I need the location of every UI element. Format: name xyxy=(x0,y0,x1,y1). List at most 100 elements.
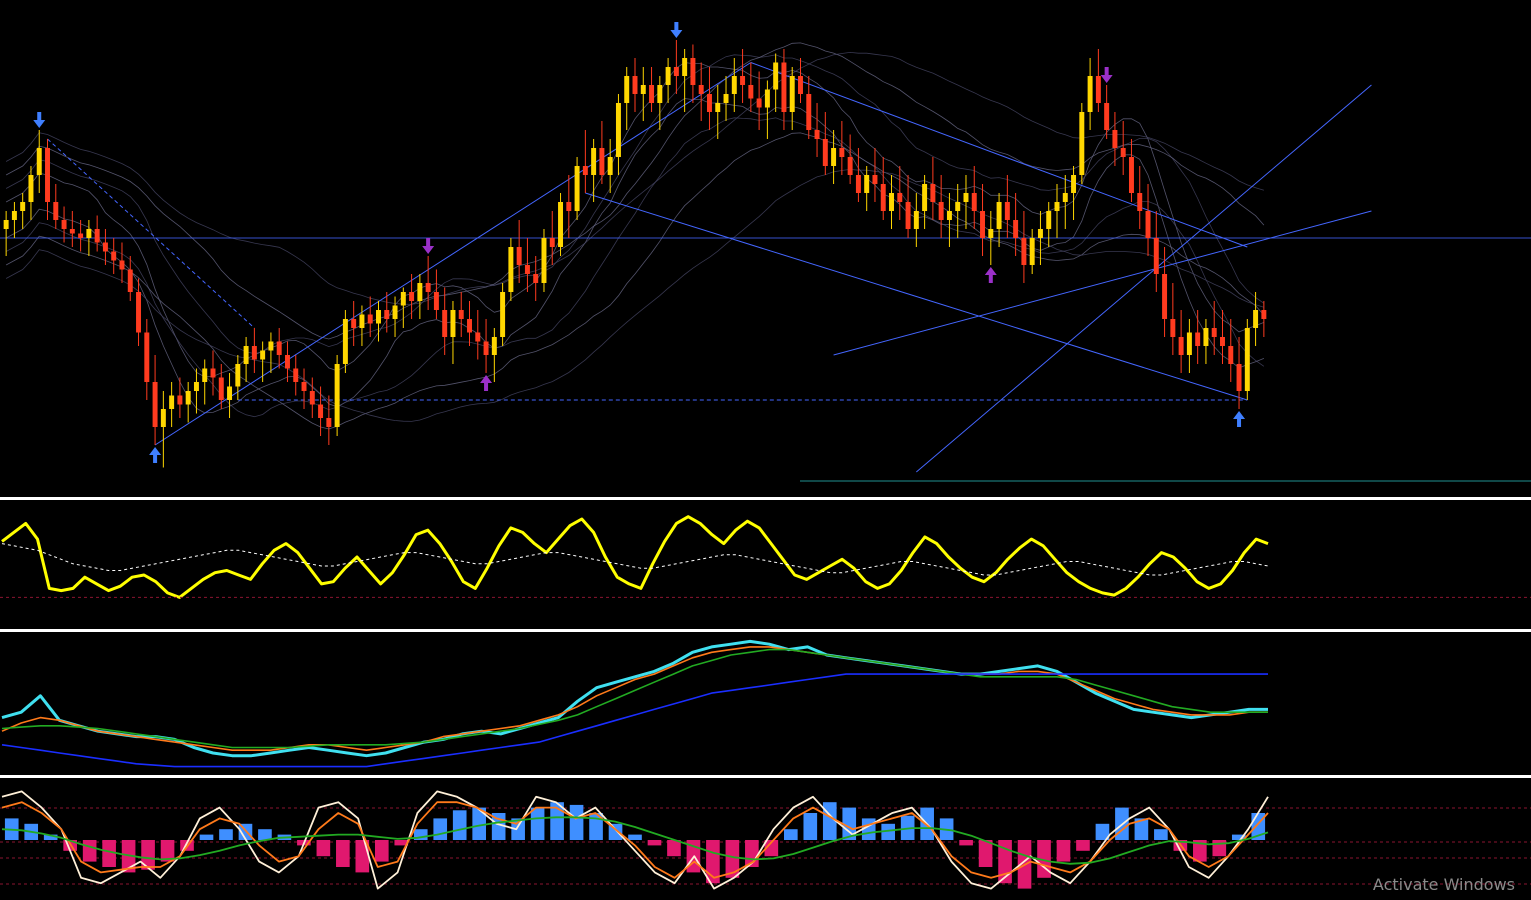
candle-body xyxy=(864,175,870,193)
activate-windows-watermark: Activate Windows xyxy=(1372,875,1515,894)
candle-body xyxy=(839,148,845,157)
histogram-bar xyxy=(258,829,272,840)
candle-body xyxy=(210,368,216,378)
candle-body xyxy=(798,76,803,94)
candle-body xyxy=(1112,130,1118,148)
candle-body xyxy=(946,211,952,220)
candle-body xyxy=(185,391,191,405)
histogram-bar xyxy=(1212,840,1227,857)
candle-body xyxy=(326,418,332,427)
candle-body xyxy=(640,85,646,94)
candle-body xyxy=(1203,328,1209,346)
candle-body xyxy=(1062,193,1068,202)
candle-body xyxy=(483,341,489,355)
histogram-bar xyxy=(667,840,681,857)
histogram-bar xyxy=(199,834,214,840)
candle-body xyxy=(756,98,762,108)
candle-body xyxy=(69,229,75,234)
candle-body xyxy=(955,202,961,211)
histogram-pane[interactable] xyxy=(0,778,1531,900)
moving-average-chart[interactable] xyxy=(0,632,1531,775)
histogram-bar xyxy=(822,802,837,840)
histogram-chart[interactable] xyxy=(0,778,1531,900)
candle-body xyxy=(632,76,638,94)
candle-body xyxy=(922,184,928,211)
candle-body xyxy=(1004,202,1010,220)
candle-body xyxy=(1153,238,1159,274)
series-line xyxy=(1,673,1268,768)
candle-body xyxy=(367,314,373,324)
histogram-bar xyxy=(628,834,642,840)
candle-body xyxy=(723,94,729,103)
candle-body xyxy=(152,382,158,427)
candle-body xyxy=(1120,148,1126,157)
candle-body xyxy=(980,211,986,238)
candle-body xyxy=(433,292,439,310)
candle-body xyxy=(409,292,415,301)
candle-body xyxy=(1186,332,1192,355)
candle-body xyxy=(127,269,133,292)
candle-body xyxy=(260,350,266,360)
candle-body xyxy=(649,85,655,103)
candle-body xyxy=(193,382,199,391)
candle-body xyxy=(136,292,142,333)
candle-body xyxy=(1104,103,1110,130)
histogram-bar xyxy=(102,840,116,867)
candle-body xyxy=(202,368,208,382)
candle-body xyxy=(789,76,795,112)
candle-body xyxy=(1054,202,1060,211)
candle-body xyxy=(872,175,878,184)
candle-body xyxy=(425,283,431,292)
candle-body xyxy=(938,202,944,220)
candle-body xyxy=(963,193,969,202)
arrow-up-icon xyxy=(1233,411,1246,427)
moving-average-pane[interactable] xyxy=(0,632,1531,775)
candle-body xyxy=(119,260,125,270)
arrow-down-icon xyxy=(1100,67,1113,83)
histogram-bar xyxy=(433,818,448,840)
arrow-down-icon xyxy=(670,22,683,38)
candle-body xyxy=(1087,76,1093,112)
candle-body xyxy=(764,89,770,108)
candle-body xyxy=(491,337,497,355)
candle-body xyxy=(698,85,704,94)
candle-body xyxy=(376,310,381,324)
candle-body xyxy=(309,391,315,405)
candle-body xyxy=(1037,229,1043,238)
oscillator-pane[interactable] xyxy=(0,500,1531,629)
histogram-bar xyxy=(1076,840,1090,851)
candle-body xyxy=(251,346,257,360)
candle-body xyxy=(1244,328,1250,391)
price-pane[interactable] xyxy=(0,0,1531,497)
candle-body xyxy=(516,247,522,265)
candle-body xyxy=(351,319,357,328)
candle-body xyxy=(1145,211,1151,238)
candle-body xyxy=(855,175,861,193)
candle-body xyxy=(665,67,671,85)
trading-chart[interactable]: Activate Windows xyxy=(0,0,1531,900)
series-line xyxy=(1,646,1268,751)
arrow-up-icon xyxy=(149,447,162,463)
candle-body xyxy=(657,85,663,103)
candle-body xyxy=(905,202,911,229)
candle-body xyxy=(1211,328,1217,337)
candle-body xyxy=(574,166,580,211)
candle-body xyxy=(624,76,630,103)
candle-body xyxy=(284,355,290,369)
candle-body xyxy=(243,346,249,364)
candle-body xyxy=(1195,332,1201,346)
candle-body xyxy=(806,94,812,130)
candle-body xyxy=(475,332,481,342)
oscillator-chart[interactable] xyxy=(0,500,1531,629)
arrow-up-icon xyxy=(480,375,493,391)
candle-body xyxy=(607,157,613,175)
price-chart[interactable] xyxy=(0,0,1531,497)
candle-body xyxy=(889,193,894,211)
candle-body xyxy=(1029,238,1035,265)
histogram-bar xyxy=(336,840,350,867)
histogram-bar xyxy=(374,840,389,862)
candle-body xyxy=(111,251,117,261)
histogram-bar xyxy=(647,840,662,846)
candle-body xyxy=(971,193,977,211)
candle-body xyxy=(706,94,712,112)
